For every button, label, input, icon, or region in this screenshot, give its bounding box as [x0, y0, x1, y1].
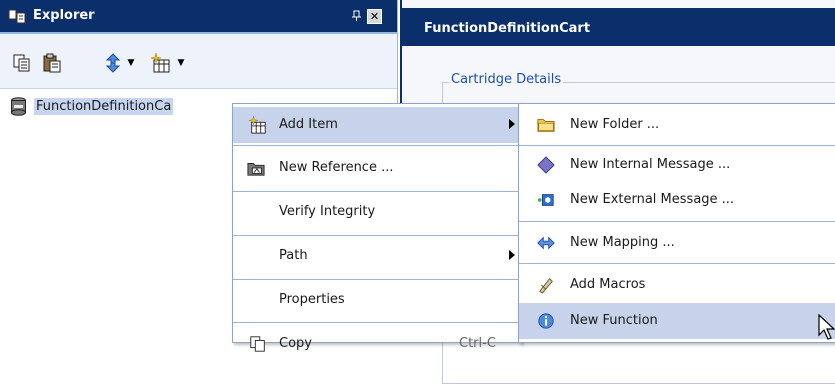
- menu-item-path[interactable]: Path: [233, 238, 521, 274]
- menu-item-label: New External Message ...: [570, 192, 735, 207]
- submenu-arrow-icon: [509, 119, 515, 129]
- menu-item-add-macros[interactable]: Add Macros: [519, 267, 835, 303]
- add-item-icon: [249, 116, 266, 134]
- submenu-arrow-icon: [509, 250, 515, 260]
- menu-item-label: Add Item: [279, 117, 338, 132]
- menu-item-new-external-message[interactable]: New External Message ...: [519, 182, 835, 218]
- context-menu: Add Item New Reference ... Verify Integr…: [232, 103, 522, 352]
- menu-item-label: Add Macros: [570, 277, 646, 292]
- cartridge-title: FunctionDefinitionCart: [424, 21, 591, 36]
- folder-icon: [537, 119, 555, 132]
- menu-separator: [233, 191, 521, 192]
- macros-icon: [539, 278, 553, 294]
- sync-icon[interactable]: [103, 53, 123, 73]
- external-message-icon: [537, 194, 554, 206]
- pin-icon[interactable]: [350, 10, 364, 24]
- menu-item-new-reference[interactable]: New Reference ...: [233, 150, 521, 186]
- menu-item-new-mapping[interactable]: New Mapping ...: [519, 225, 835, 261]
- add-item-submenu: New Folder ... New Internal Message ... …: [518, 103, 835, 343]
- menu-separator: [519, 263, 835, 264]
- menu-item-verify-integrity[interactable]: Verify Integrity: [233, 194, 521, 230]
- add-item-icon[interactable]: [151, 53, 171, 73]
- menu-item-add-item[interactable]: Add Item: [233, 107, 521, 143]
- menu-item-shortcut: Ctrl-C: [459, 336, 496, 351]
- menu-separator: [233, 235, 521, 236]
- sync-dropdown-chevron-icon[interactable]: ▼: [126, 58, 136, 68]
- add-item-dropdown-chevron-icon[interactable]: ▼: [176, 58, 186, 68]
- mouse-cursor-icon: [818, 314, 835, 340]
- paste-icon[interactable]: [42, 53, 62, 73]
- menu-item-new-internal-message[interactable]: New Internal Message ...: [519, 147, 835, 183]
- explorer-title: Explorer: [33, 8, 95, 23]
- menu-item-label: New Folder ...: [570, 117, 660, 132]
- copy-icon: [250, 336, 265, 352]
- cartridge-title-bar: FunctionDefinitionCart: [402, 8, 835, 46]
- menu-item-label: New Function: [570, 313, 658, 328]
- mapping-icon: [537, 236, 555, 250]
- cartridge-details-label: Cartridge Details: [449, 72, 564, 87]
- menu-item-label: New Reference ...: [279, 160, 394, 175]
- menu-separator: [519, 145, 835, 146]
- internal-message-icon: [537, 156, 555, 174]
- cartridge-icon: [11, 97, 26, 116]
- explorer-toolbar: ▼ ▼: [0, 34, 397, 89]
- close-icon[interactable]: ✕: [367, 9, 382, 24]
- menu-separator: [233, 145, 521, 146]
- explorer-icon: [8, 9, 26, 24]
- menu-item-label: New Mapping ...: [570, 235, 675, 250]
- copy-icon[interactable]: [12, 53, 32, 73]
- menu-separator: [233, 322, 521, 323]
- menu-item-copy[interactable]: Copy Ctrl-C: [233, 326, 521, 362]
- menu-item-new-folder[interactable]: New Folder ...: [519, 107, 835, 143]
- menu-item-label: Properties: [279, 292, 345, 307]
- reference-icon: [247, 163, 265, 176]
- menu-item-label: Path: [279, 248, 308, 263]
- menu-item-label: Verify Integrity: [279, 204, 376, 219]
- menu-item-properties[interactable]: Properties: [233, 282, 521, 318]
- explorer-title-bar: Explorer ✕: [0, 0, 397, 34]
- menu-separator: [233, 279, 521, 280]
- tree-item-label: FunctionDefinitionCa: [34, 98, 174, 115]
- menu-item-label: Copy: [279, 336, 312, 351]
- menu-item-new-function[interactable]: New Function: [519, 303, 835, 339]
- menu-item-label: New Internal Message ...: [570, 157, 731, 172]
- menu-separator: [519, 221, 835, 222]
- function-icon: [538, 313, 554, 329]
